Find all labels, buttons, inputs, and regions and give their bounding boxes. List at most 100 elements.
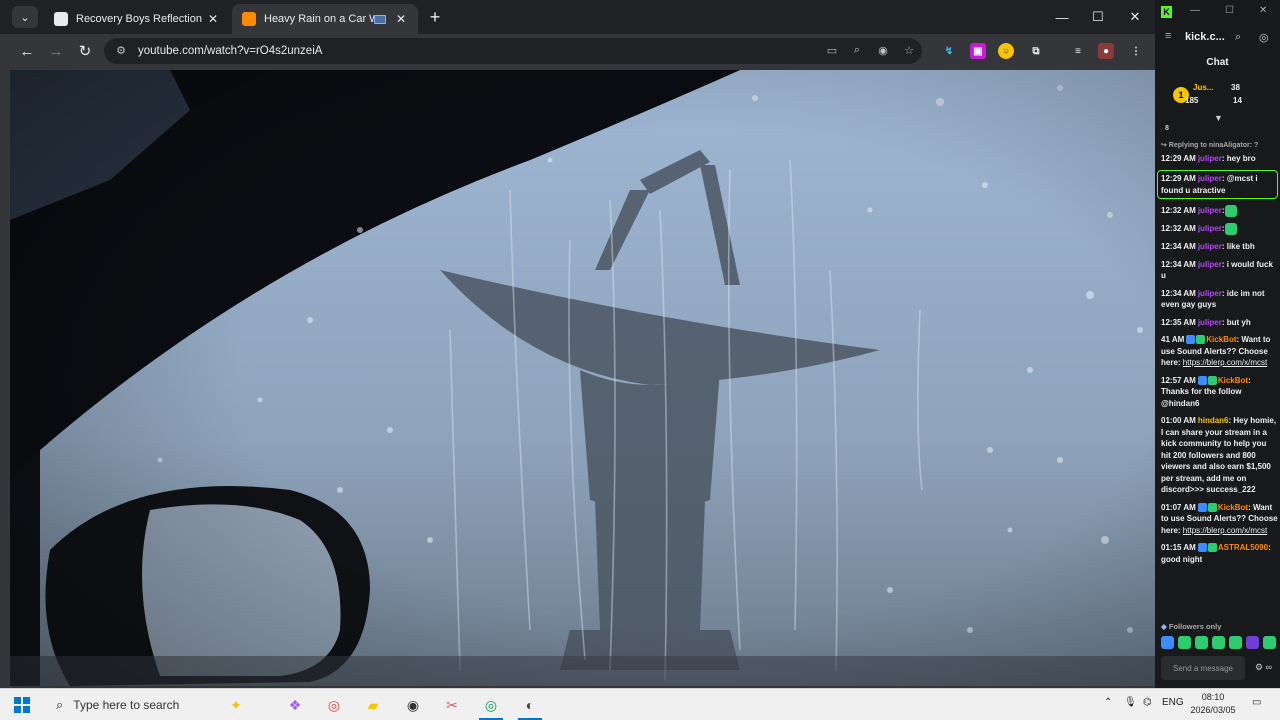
leaderboard-stat-2: 185 — [1185, 96, 1199, 105]
message-username[interactable]: juliper — [1198, 260, 1222, 269]
chat-message[interactable]: 41 AM KickBot: Want to use Sound Alerts??… — [1161, 334, 1278, 369]
message-username[interactable]: juliper — [1198, 289, 1222, 298]
extension-a-icon[interactable]: ↯ — [941, 43, 957, 59]
chat-message[interactable]: 01:15 AM ASTRAL5090: good night — [1161, 542, 1278, 565]
emote-icon[interactable] — [1246, 636, 1259, 649]
kick-zoom-icon[interactable]: ⌕ — [1235, 31, 1241, 44]
browser-window: ⌄ Recovery Boys Reflection ✕ Heavy Rain … — [0, 0, 1155, 688]
message-link[interactable]: https://blerp.com/x/mcst — [1183, 526, 1267, 535]
profile-avatar[interactable]: ● — [1098, 43, 1114, 59]
chat-message[interactable]: 01:00 AM hindan6: Hey homie, I can share … — [1161, 415, 1278, 496]
message-username[interactable]: juliper — [1198, 154, 1222, 163]
chrome-active-icon[interactable]: ◎ — [481, 695, 501, 715]
collapse-icon[interactable]: ▼ — [1214, 113, 1223, 123]
window-close-button[interactable]: ✕ — [1117, 4, 1153, 30]
message-timestamp: 12:34 AM — [1161, 259, 1196, 269]
user-badge-icon — [1207, 502, 1217, 512]
zoom-icon[interactable]: ⌕ — [849, 42, 865, 58]
chat-message[interactable]: 01:07 AM KickBot: Want to use Sound Alert… — [1161, 502, 1278, 537]
install-app-icon[interactable]: ▭ — [824, 42, 840, 58]
tab-recovery-boys[interactable]: Recovery Boys Reflection ✕ — [44, 4, 230, 34]
message-timestamp: 12:29 AM — [1161, 153, 1196, 163]
kick-close-button[interactable]: ✕ — [1259, 5, 1267, 16]
kick-hide-icon[interactable]: ◎ — [1259, 31, 1269, 44]
emote-icon[interactable] — [1195, 636, 1208, 649]
figma-icon[interactable]: ❖ — [285, 695, 305, 715]
kick-maximize-button[interactable]: ☐ — [1225, 5, 1234, 16]
notification-icon[interactable]: ▭ — [1252, 697, 1261, 708]
microphone-icon[interactable]: 🎙 — [1124, 697, 1137, 708]
send-message-input[interactable]: Send a message — [1161, 656, 1245, 680]
chat-message[interactable]: 12:34 AM juliper: idc im not even gay guy… — [1161, 288, 1278, 311]
copilot-sparkle-icon[interactable]: ✦ — [226, 695, 246, 715]
close-icon[interactable]: ✕ — [206, 12, 220, 26]
message-text: : Hey homie, I can share your stream in … — [1161, 416, 1277, 494]
taskbar-search-box[interactable]: ⌕ Type here to search — [48, 693, 248, 717]
chat-message[interactable]: 12:35 AM juliper: but yh — [1161, 317, 1278, 329]
chat-message[interactable]: 12:34 AM juliper: like tbh — [1161, 241, 1278, 253]
message-username[interactable]: KickBot — [1206, 335, 1236, 344]
emote-icon[interactable] — [1229, 636, 1242, 649]
bookmark-star-icon[interactable]: ☆ — [901, 42, 917, 58]
chevron-up-icon[interactable]: ⌃ — [1104, 697, 1112, 708]
menu-kebab-icon[interactable]: ⋮ — [1128, 43, 1144, 59]
kick-menu-icon[interactable]: ≡ — [1165, 30, 1171, 42]
message-username[interactable]: KickBot — [1218, 503, 1248, 512]
windows-start-icon[interactable] — [14, 697, 30, 713]
obs-icon[interactable]: ◉ — [403, 695, 423, 715]
media-controls-icon[interactable]: ≡ — [1070, 43, 1086, 59]
language-indicator[interactable]: ENG — [1162, 697, 1184, 708]
message-username[interactable]: juliper — [1198, 242, 1222, 251]
chat-message[interactable]: 12:57 AM KickBot: Thanks for the follow @… — [1161, 375, 1278, 410]
message-username[interactable]: juliper — [1198, 318, 1222, 327]
forward-button[interactable]: → — [44, 39, 68, 63]
chat-message[interactable]: 12:29 AM juliper: hey bro — [1161, 153, 1278, 165]
message-username[interactable]: juliper — [1198, 174, 1222, 183]
reply-context: ↪ Replying to ninaAligator: ? — [1161, 142, 1259, 149]
maximize-button[interactable]: ☐ — [1080, 4, 1116, 30]
windows-taskbar: ⌕ Type here to search ✦ ❖ ◎ ▰ ◉ ✂ ◎ ◐ ⌃ … — [0, 688, 1280, 720]
chat-leaderboard[interactable]: 1 Jus... 38 185 14 — [1173, 83, 1277, 109]
message-username[interactable]: KickBot — [1218, 376, 1248, 385]
chat-settings-icon[interactable]: ⚙ ∞ — [1255, 662, 1272, 673]
chat-message-list: ↪ Replying to ninaAligator: ? 12:29 AM ju… — [1157, 140, 1278, 571]
network-icon[interactable]: ⌬ — [1143, 697, 1152, 708]
chat-message[interactable]: 12:29 AM juliper: @mcst i found u atracti… — [1157, 170, 1278, 199]
chat-message[interactable]: 12:34 AM juliper: i would fuck u — [1161, 259, 1278, 282]
extension-c-icon[interactable]: ○ — [998, 43, 1014, 59]
new-tab-button[interactable]: + — [424, 6, 446, 28]
chrome-icon[interactable]: ◎ — [324, 695, 344, 715]
chat-message[interactable]: 12:32 AM juliper: — [1161, 205, 1278, 217]
kick-minimize-button[interactable]: — — [1190, 5, 1200, 16]
address-bar[interactable]: ⚙ youtube.com/watch?v=rO4s2unzeiA — [104, 38, 922, 64]
chat-message[interactable]: 12:32 AM juliper: — [1161, 223, 1278, 235]
tracking-protection-icon[interactable]: ◉ — [875, 42, 891, 58]
emote-icon[interactable] — [1178, 636, 1191, 649]
chevron-down-icon: ⌄ — [20, 11, 30, 24]
emote-icon[interactable] — [1263, 636, 1276, 649]
file-explorer-icon[interactable]: ▰ — [363, 695, 383, 715]
minimize-button[interactable]: — — [1044, 4, 1080, 30]
taskbar-clock[interactable]: 08:10 2026/03/05 — [1186, 691, 1240, 717]
message-username[interactable]: juliper — [1198, 206, 1222, 215]
site-info-icon[interactable]: ⚙ — [114, 44, 128, 58]
message-username[interactable]: hindan6 — [1198, 416, 1229, 425]
back-button[interactable]: ← — [15, 39, 39, 63]
close-icon[interactable]: ✕ — [394, 12, 408, 26]
emote-icon[interactable] — [1212, 636, 1225, 649]
video-player[interactable] — [10, 70, 1155, 686]
video-frame-image — [10, 70, 1155, 686]
extensions-puzzle-icon[interactable]: ⧉ — [1028, 43, 1044, 59]
tab-search-button[interactable]: ⌄ — [12, 6, 38, 28]
snipping-tool-icon[interactable]: ✂ — [442, 695, 462, 715]
message-username[interactable]: ASTRAL5090 — [1218, 543, 1268, 552]
extension-b-icon[interactable]: ▣ — [970, 43, 986, 59]
message-link[interactable]: https://blerp.com/x/mcst — [1183, 358, 1267, 367]
message-timestamp: 12:32 AM — [1161, 206, 1196, 216]
reload-button[interactable]: ↻ — [73, 39, 97, 63]
message-username[interactable]: juliper — [1198, 224, 1222, 233]
app-icon[interactable]: ◐ — [520, 695, 540, 715]
user-badge-icon — [1197, 375, 1207, 385]
tab-heavy-rain[interactable]: Heavy Rain on a Car Windsh ✕ — [232, 4, 418, 34]
emote-icon[interactable] — [1161, 636, 1174, 649]
